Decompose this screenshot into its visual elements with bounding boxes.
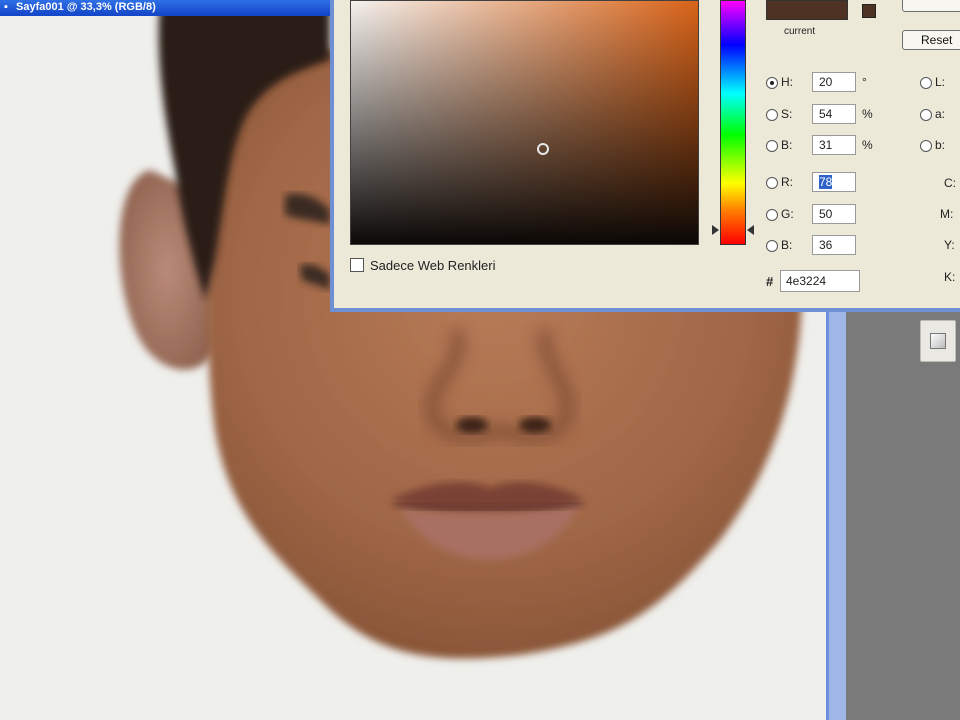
brightness-unit: %	[862, 138, 873, 152]
green-row: G: 50	[766, 204, 906, 226]
brightness-input[interactable]: 31	[812, 135, 856, 155]
color-picker-dialog: current Reset H: 20 ° S: 54 % B: 31 % R:…	[330, 0, 960, 312]
lab-l-label: L:	[935, 75, 946, 89]
cmyk-m-label: M:	[940, 207, 954, 221]
hex-input[interactable]: 4e3224	[780, 270, 860, 292]
web-only-label: Sadece Web Renkleri	[370, 258, 496, 273]
blue-radio[interactable]	[766, 240, 778, 252]
saturation-brightness-field[interactable]	[350, 0, 699, 245]
lab-b-row: b:	[920, 135, 960, 157]
green-radio[interactable]	[766, 209, 778, 221]
color-marker[interactable]	[537, 143, 549, 155]
lab-a-label: a:	[935, 107, 946, 121]
lab-b-radio[interactable]	[920, 140, 932, 152]
saturation-input[interactable]: 54	[812, 104, 856, 124]
hue-slider-right-arrow-icon[interactable]	[747, 225, 754, 235]
web-only-checkbox[interactable]	[350, 258, 364, 272]
hue-radio[interactable]	[766, 77, 778, 89]
red-row: R: 78	[766, 172, 906, 194]
hue-label: H:	[781, 75, 793, 89]
side-panel	[846, 312, 960, 720]
panel-icon	[930, 333, 946, 349]
saturation-unit: %	[862, 107, 873, 121]
out-of-gamut-icon[interactable]	[862, 4, 876, 18]
lab-a-radio[interactable]	[920, 109, 932, 121]
panel-toggle-button[interactable]	[920, 320, 956, 362]
lab-b-label: b:	[935, 138, 946, 152]
current-label: current	[784, 26, 816, 37]
brightness-radio[interactable]	[766, 140, 778, 152]
brightness-row: B: 31 %	[766, 135, 906, 157]
red-label: R:	[781, 175, 793, 189]
saturation-label: S:	[781, 107, 793, 121]
cmyk-c-label: C:	[944, 176, 956, 190]
ok-button[interactable]	[902, 0, 960, 12]
hue-unit: °	[862, 75, 867, 89]
document-scrollbar[interactable]	[826, 312, 846, 720]
green-label: G:	[781, 207, 794, 221]
green-input[interactable]: 50	[812, 204, 856, 224]
lab-l-radio[interactable]	[920, 77, 932, 89]
hue-input[interactable]: 20	[812, 72, 856, 92]
blue-input[interactable]: 36	[812, 235, 856, 255]
color-swatch-current	[766, 0, 848, 20]
red-value: 78	[819, 175, 833, 189]
hue-row: H: 20 °	[766, 72, 906, 94]
hex-label: #	[766, 274, 774, 289]
lab-l-row: L:	[920, 72, 960, 94]
document-icon: ▪	[4, 1, 8, 13]
document-title: Sayfa001 @ 33,3% (RGB/8)	[16, 1, 156, 13]
document-title-bar[interactable]: ▪ Sayfa001 @ 33,3% (RGB/8)	[0, 0, 334, 16]
red-input[interactable]: 78	[812, 172, 856, 192]
blue-label: B:	[781, 238, 793, 252]
red-radio[interactable]	[766, 177, 778, 189]
cmyk-k-label: K:	[944, 270, 956, 284]
blue-row: B: 36	[766, 235, 906, 257]
saturation-radio[interactable]	[766, 109, 778, 121]
lab-a-row: a:	[920, 104, 960, 126]
cmyk-y-label: Y:	[944, 238, 955, 252]
saturation-row: S: 54 %	[766, 104, 906, 126]
hue-slider[interactable]	[720, 0, 746, 245]
brightness-label: B:	[781, 138, 793, 152]
hue-slider-left-arrow-icon[interactable]	[712, 225, 719, 235]
reset-button[interactable]: Reset	[902, 30, 960, 50]
